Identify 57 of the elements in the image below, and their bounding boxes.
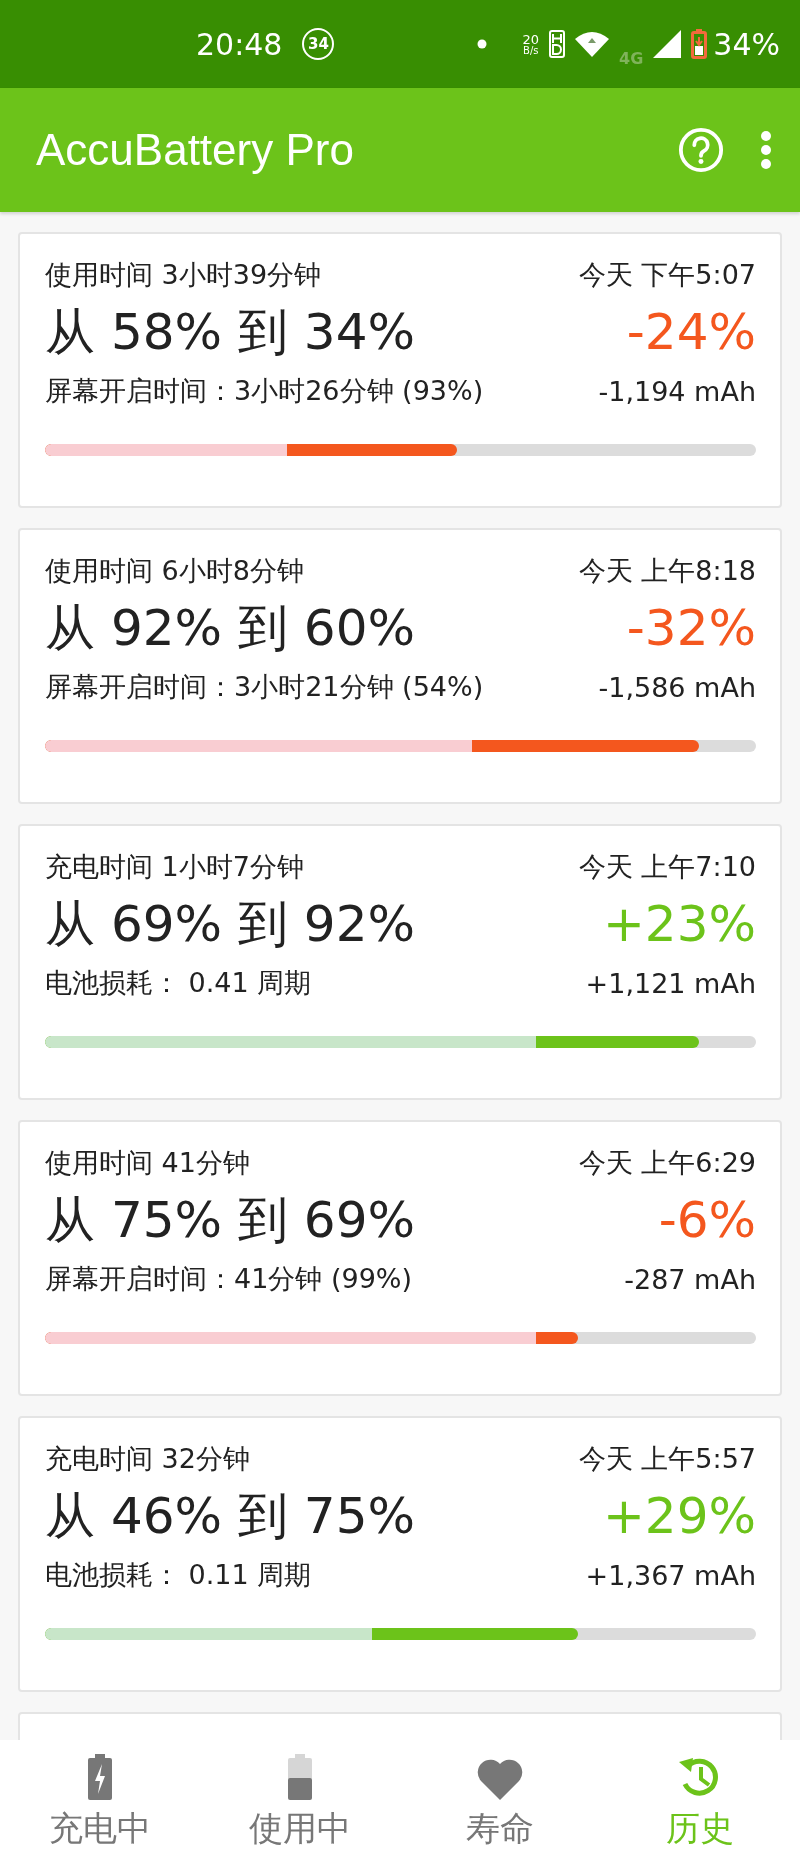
battery-range: 从 92% 到 60% — [45, 597, 415, 659]
battery-range: 从 75% 到 69% — [45, 1189, 415, 1251]
percent-change: -24% — [626, 303, 756, 361]
half-battery-icon — [288, 1754, 312, 1800]
percent-change: +29% — [602, 1487, 756, 1545]
session-duration: 充电时间 32分钟 — [45, 1442, 250, 1476]
session-time: 今天 下午5:07 — [578, 258, 756, 292]
session-card[interactable]: 使用时间 6小时8分钟 今天 上午8:18 从 92% 到 60% -32% 屏幕开启时间：3小时21分钟 (54%) -1,586 mAh — [18, 528, 782, 804]
session-card[interactable]: 充电时间 32分钟 今天 上午5:57 从 46% 到 75% +29% 电池损耗： 0.11 周期 +1,367 mAh — [18, 1416, 782, 1692]
network-type: 4G — [619, 48, 644, 68]
help-button[interactable] — [678, 127, 724, 173]
session-detail: 屏幕开启时间：3小时21分钟 (54%) — [45, 670, 484, 704]
nav-tab[interactable]: 使用中 — [200, 1740, 400, 1866]
session-card[interactable]: 使用时间 3小时39分钟 今天 下午5:07 从 58% 到 34% -24% 屏幕开启时间：3小时26分钟 (93%) -1,194 mAh — [18, 232, 782, 508]
wifi-icon — [575, 31, 610, 57]
capacity-change: -1,586 mAh — [598, 671, 756, 703]
session-duration: 使用时间 41分钟 — [45, 1146, 250, 1180]
battery-percent: 34% — [713, 26, 780, 62]
session-duration: 使用时间 6小时8分钟 — [45, 554, 304, 588]
session-time: 今天 上午8:18 — [578, 554, 756, 588]
session-duration: 使用时间 3小时39分钟 — [45, 258, 322, 292]
capacity-change: -1,194 mAh — [598, 375, 756, 407]
battery-range: 从 46% 到 75% — [45, 1485, 415, 1547]
help-icon — [678, 127, 724, 173]
hd-icon — [549, 30, 566, 58]
session-time: 今天 上午5:57 — [578, 1442, 756, 1476]
capacity-change: -287 mAh — [624, 1263, 756, 1295]
dot-icon — [476, 39, 487, 49]
nav-tab[interactable]: 寿命 — [400, 1740, 600, 1866]
session-detail: 电池损耗： 0.11 周期 — [45, 1558, 312, 1592]
capacity-change: +1,121 mAh — [585, 967, 756, 999]
clock-time: 20:48 — [196, 26, 283, 62]
battery-range: 从 58% 到 34% — [45, 301, 415, 363]
charging-battery-icon — [88, 1754, 112, 1800]
session-detail: 屏幕开启时间：41分钟 (99%) — [45, 1262, 413, 1296]
signal-icon — [653, 30, 682, 58]
session-time: 今天 上午7:10 — [578, 850, 756, 884]
percent-change: +23% — [602, 895, 756, 953]
notification-count: 34 — [302, 28, 335, 60]
session-time: 今天 上午6:29 — [578, 1146, 756, 1180]
battery-icon — [691, 29, 708, 59]
session-detail: 屏幕开启时间：3小时26分钟 (93%) — [45, 374, 484, 408]
net-speed-value: 20 — [522, 32, 540, 46]
capacity-change: +1,367 mAh — [585, 1559, 756, 1591]
heart-icon — [477, 1758, 523, 1800]
percent-change: -32% — [626, 599, 756, 657]
battery-range: 从 69% 到 92% — [45, 893, 415, 955]
more-icon — [760, 130, 772, 170]
session-card[interactable]: 充电时间 1小时7分钟 今天 上午7:10 从 69% 到 92% +23% 电池损耗： 0.41 周期 +1,121 mAh — [18, 824, 782, 1100]
nav-tab[interactable]: 充电中 — [0, 1740, 200, 1866]
session-card[interactable]: 使用时间 41分钟 今天 上午6:29 从 75% 到 69% -6% 屏幕开启时间：41分钟 (99%) -287 mAh — [18, 1120, 782, 1396]
app-title: AccuBattery Pro — [35, 125, 354, 175]
net-speed-unit: B/s — [523, 45, 539, 56]
session-detail: 电池损耗： 0.41 周期 — [45, 966, 312, 1000]
percent-change: -6% — [658, 1191, 756, 1249]
menu-button[interactable] — [760, 130, 772, 170]
session-duration: 充电时间 1小时7分钟 — [45, 850, 304, 884]
